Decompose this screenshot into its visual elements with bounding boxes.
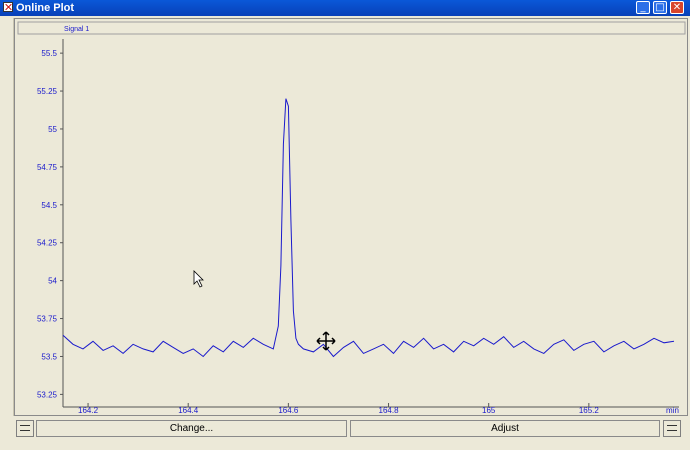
x-tick-label: 164.8 — [379, 406, 400, 415]
signal-label: Signal 1 — [64, 26, 89, 33]
y-tick-label: 54.5 — [41, 201, 57, 210]
x-tick-label: 164.6 — [278, 406, 299, 415]
y-tick-label: 54.25 — [37, 239, 58, 248]
x-tick-label: 165 — [482, 406, 496, 415]
window-title: Online Plot — [16, 2, 75, 14]
y-tick-label: 55.5 — [41, 49, 57, 58]
y-tick-label: 55 — [48, 125, 57, 134]
app-icon[interactable] — [3, 2, 13, 12]
title-bar: Online Plot _ □ ✕ — [0, 0, 690, 16]
line-chart[interactable]: Signal 1 53.25 53.5 53.75 54 54.25 54.5 54.75 5… — [15, 19, 689, 417]
change-button[interactable]: Change... — [36, 420, 347, 437]
right-spin-button[interactable] — [663, 420, 681, 437]
y-tick-label: 53.5 — [41, 352, 57, 361]
plot-area[interactable]: Signal 1 53.25 53.5 53.75 54 54.25 54.5 54.75 5… — [14, 18, 688, 416]
x-tick-label: 164.2 — [78, 406, 99, 415]
signal-header — [17, 21, 686, 35]
x-unit-label: min — [666, 406, 679, 415]
adjust-button[interactable]: Adjust — [350, 420, 660, 437]
x-tick-label: 164.4 — [178, 406, 199, 415]
mouse-cursor-icon — [193, 270, 204, 288]
minimize-button[interactable]: _ — [636, 1, 650, 14]
y-tick-label: 55.25 — [37, 87, 58, 96]
signal-1-line — [62, 98, 675, 358]
y-tick-label: 54 — [48, 277, 57, 286]
y-tick-label: 54.75 — [37, 163, 58, 172]
left-spin-button[interactable] — [16, 420, 34, 437]
close-button[interactable]: ✕ — [670, 1, 684, 14]
y-tick-label: 53.25 — [37, 390, 58, 399]
x-tick-label: 165.2 — [579, 406, 600, 415]
maximize-button[interactable]: □ — [653, 1, 667, 14]
y-tick-label: 53.75 — [37, 315, 58, 324]
bottom-toolbar: Change... Adjust — [14, 419, 688, 438]
left-scrollbar[interactable] — [0, 18, 14, 416]
